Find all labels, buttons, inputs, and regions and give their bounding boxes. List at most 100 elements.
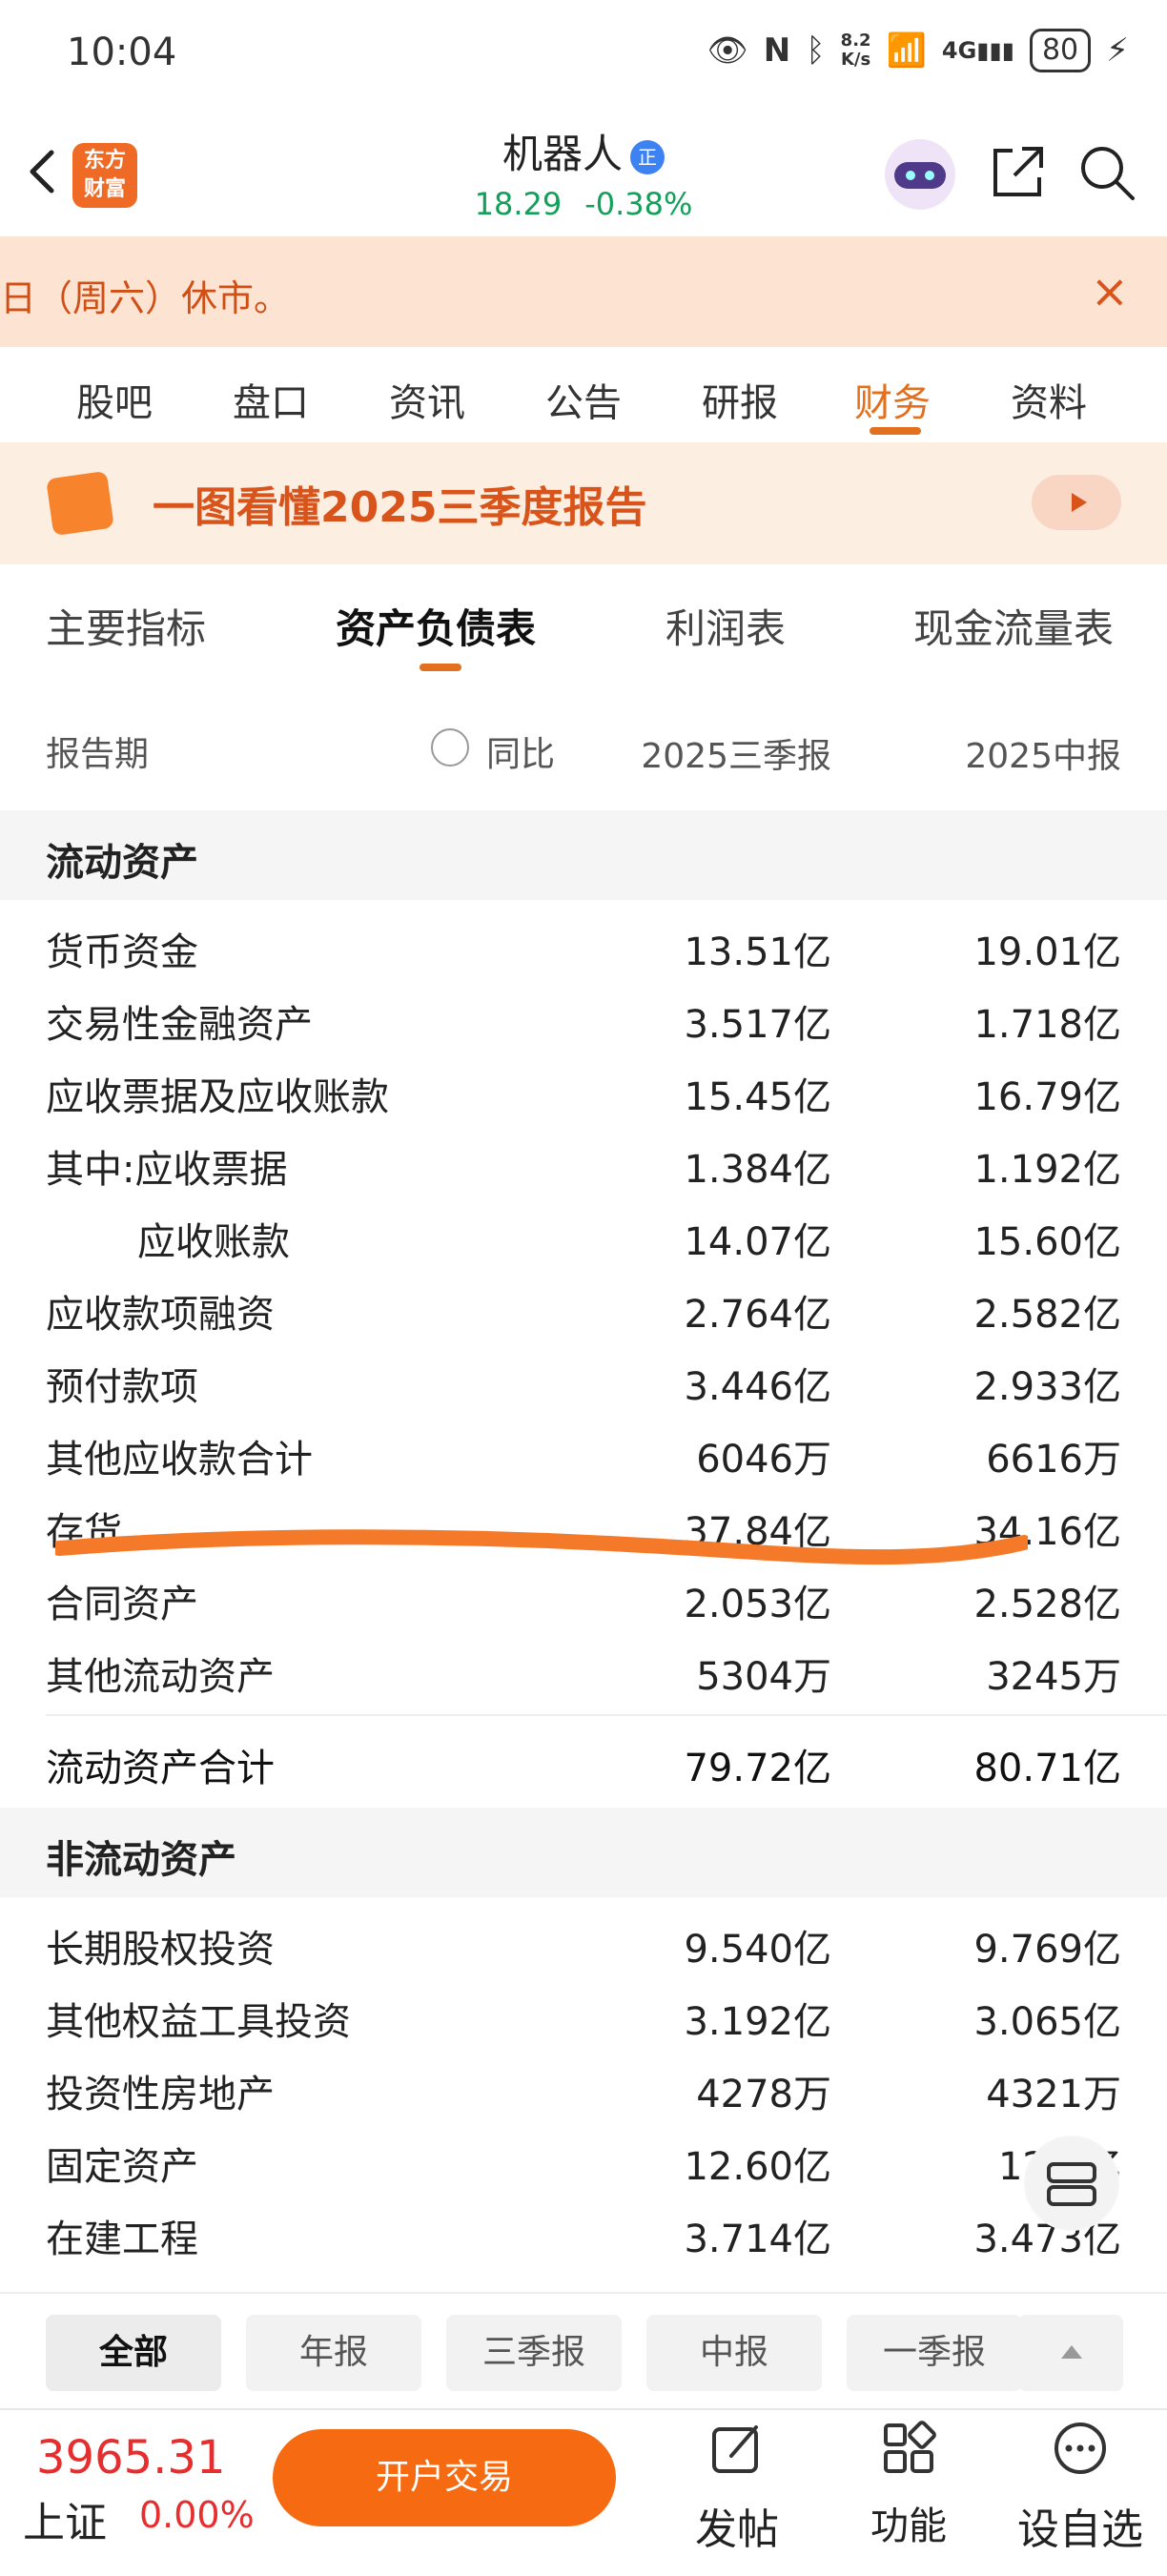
bottom-bar: 3965.31 上证 0.00% 开户交易 发帖 功能 设自选	[0, 2408, 1167, 2576]
tab-cash-flow[interactable]: 现金流量表	[913, 597, 1114, 655]
index-change[interactable]: 0.00%	[139, 2494, 255, 2536]
yoy-radio[interactable]	[431, 728, 469, 767]
row-value-q3: 3.517亿	[684, 1003, 831, 1047]
main-tabs: 股吧 盘口 资讯 公告 研报 财务 资料	[0, 347, 1167, 444]
highlight-stroke	[55, 1529, 1028, 1565]
table-row[interactable]: 其他流动资产 5304万 3245万	[0, 1636, 1167, 1708]
row-name: 预付款项	[46, 1365, 198, 1409]
filter-annual[interactable]: 年报	[246, 2315, 421, 2391]
tab-profile[interactable]: 资料	[1011, 372, 1087, 427]
row-name: 其他权益工具投资	[46, 2000, 351, 2044]
row-value-q3: 3.446亿	[684, 1365, 831, 1409]
chart-up-icon	[46, 470, 114, 537]
row-name: 固定资产	[46, 2145, 198, 2189]
row-name: 交易性金融资产	[46, 1003, 313, 1047]
row-value-h1: 15.60亿	[973, 1220, 1121, 1264]
row-value-h1: 6616万	[986, 1438, 1121, 1482]
add-watchlist-button[interactable]: 设自选	[1009, 2420, 1152, 2556]
scroll-top-icon[interactable]	[1018, 2315, 1123, 2391]
index-name[interactable]: 上证	[23, 2488, 107, 2549]
section-header: 非流动资产	[0, 1808, 1167, 1897]
notice-text: 日（周六）休市。	[0, 277, 291, 319]
search-icon[interactable]	[1075, 141, 1138, 204]
back-arrow-icon[interactable]	[19, 143, 76, 200]
price-line: 18.29 -0.38%	[286, 186, 881, 222]
edit-icon	[712, 2425, 758, 2473]
charging-icon: ⚡	[1106, 31, 1129, 70]
row-value-h1: 3.065亿	[973, 2000, 1121, 2044]
total-row[interactable]: 流动资产合计 79.72亿 80.71亿	[0, 1728, 1167, 1800]
row-value-q3: 3.192亿	[684, 2000, 831, 2044]
app-logo[interactable]: 东方 财富	[72, 143, 137, 208]
status-icons: 👁 N ᛒ 8.2 K/s 📶 4G▮▮▮ 80 ⚡	[707, 29, 1129, 72]
table-row[interactable]: 其他权益工具投资 3.192亿 3.065亿	[0, 1981, 1167, 2054]
row-value-h1: 2.933亿	[973, 1365, 1121, 1409]
tab-guba[interactable]: 股吧	[76, 372, 153, 427]
table-row[interactable]: 其他应收款合计 6046万 6616万	[0, 1419, 1167, 1491]
table-row[interactable]: 长期股权投资 9.540亿 9.769亿	[0, 1909, 1167, 1981]
battery-indicator: 80	[1029, 29, 1092, 72]
table-row[interactable]: 应收款项融资 2.764亿 2.582亿	[0, 1274, 1167, 1346]
tab-balance-sheet[interactable]: 资产负债表	[336, 597, 536, 655]
section-title: 流动资产	[46, 841, 198, 885]
stock-name: 机器人	[502, 131, 623, 177]
tab-pankou[interactable]: 盘口	[233, 372, 309, 427]
tab-income-statement[interactable]: 利润表	[665, 597, 786, 655]
yoy-label[interactable]: 同比	[486, 726, 555, 776]
signal-icon: 4G▮▮▮	[941, 37, 1014, 64]
row-value-q3: 4278万	[696, 2073, 831, 2116]
row-value-q3: 2.764亿	[684, 1293, 831, 1337]
row-name: 应收款项融资	[46, 1293, 275, 1337]
filter-h1[interactable]: 中报	[646, 2315, 822, 2391]
status-time: 10:04	[67, 31, 177, 74]
table-row[interactable]: 预付款项 3.446亿 2.933亿	[0, 1346, 1167, 1419]
market-notice: 日（周六）休市。 ×	[0, 236, 1167, 347]
tab-announcements[interactable]: 公告	[545, 372, 622, 427]
nfc-icon: N	[763, 31, 791, 70]
table-row[interactable]: 应收账款 14.07亿 15.60亿	[0, 1201, 1167, 1274]
filter-all[interactable]: 全部	[46, 2315, 221, 2391]
row-value-q3: 15.45亿	[684, 1075, 831, 1119]
share-icon[interactable]	[986, 141, 1049, 204]
active-subtab-indicator	[420, 664, 461, 671]
row-value-q3: 3.714亿	[684, 2218, 831, 2261]
table-row[interactable]: 其中:应收票据 1.384亿 1.192亿	[0, 1129, 1167, 1201]
tab-finance[interactable]: 财务	[854, 372, 931, 427]
row-value-h1: 16.79亿	[973, 1075, 1121, 1119]
column-header: 报告期 同比 2025三季报 2025中报	[0, 683, 1167, 810]
table-row[interactable]: 应收票据及应收账款 15.45亿 16.79亿	[0, 1056, 1167, 1129]
row-value-h1: 19.01亿	[973, 930, 1121, 974]
period-filter-bar: 全部 年报 三季报 中报 一季报	[0, 2292, 1167, 2410]
function-button[interactable]: 功能	[837, 2420, 980, 2550]
row-name: 投资性房地产	[46, 2073, 275, 2116]
report-banner[interactable]: 一图看懂2025三季度报告	[0, 442, 1167, 564]
net-speed: 8.2 K/s	[840, 31, 871, 70]
row-value-h1: 3245万	[986, 1655, 1121, 1699]
more-icon	[1054, 2423, 1106, 2474]
filter-q1[interactable]: 一季报	[847, 2315, 1022, 2391]
tab-key-indicators[interactable]: 主要指标	[46, 597, 206, 655]
post-button[interactable]: 发帖	[665, 2420, 809, 2556]
index-value[interactable]: 3965.31	[36, 2431, 226, 2484]
table-row[interactable]: 货币资金 13.51亿 19.01亿	[0, 911, 1167, 984]
row-value-q3: 9.540亿	[684, 1928, 831, 1972]
filter-q3[interactable]: 三季报	[446, 2315, 622, 2391]
row-value-q3: 12.60亿	[684, 2145, 831, 2189]
bluetooth-icon: ᛒ	[806, 31, 826, 70]
stock-change: -0.38%	[584, 186, 693, 222]
open-account-button[interactable]: 开户交易	[273, 2429, 616, 2526]
tab-news[interactable]: 资讯	[389, 372, 465, 427]
table-row[interactable]: 在建工程 3.714亿 3.473亿	[0, 2198, 1167, 2271]
table-row[interactable]: 交易性金融资产 3.517亿 1.718亿	[0, 984, 1167, 1056]
table-row[interactable]: 固定资产 12.60亿 12.6亿	[0, 2126, 1167, 2198]
row-value-q3: 2.053亿	[684, 1583, 831, 1626]
robot-assistant-icon[interactable]	[885, 139, 955, 210]
close-icon[interactable]: ×	[1091, 265, 1129, 318]
table-row[interactable]: 投资性房地产 4278万 4321万	[0, 2054, 1167, 2126]
play-icon[interactable]	[1032, 475, 1121, 530]
statement-tabs: 主要指标 资产负债表 利润表 现金流量表	[0, 564, 1167, 685]
section-title: 非流动资产	[46, 1838, 236, 1882]
status-bar: 10:04 👁 N ᛒ 8.2 K/s 📶 4G▮▮▮ 80 ⚡	[0, 0, 1167, 114]
switch-view-icon[interactable]	[1024, 2136, 1119, 2231]
tab-research[interactable]: 研报	[702, 372, 778, 427]
